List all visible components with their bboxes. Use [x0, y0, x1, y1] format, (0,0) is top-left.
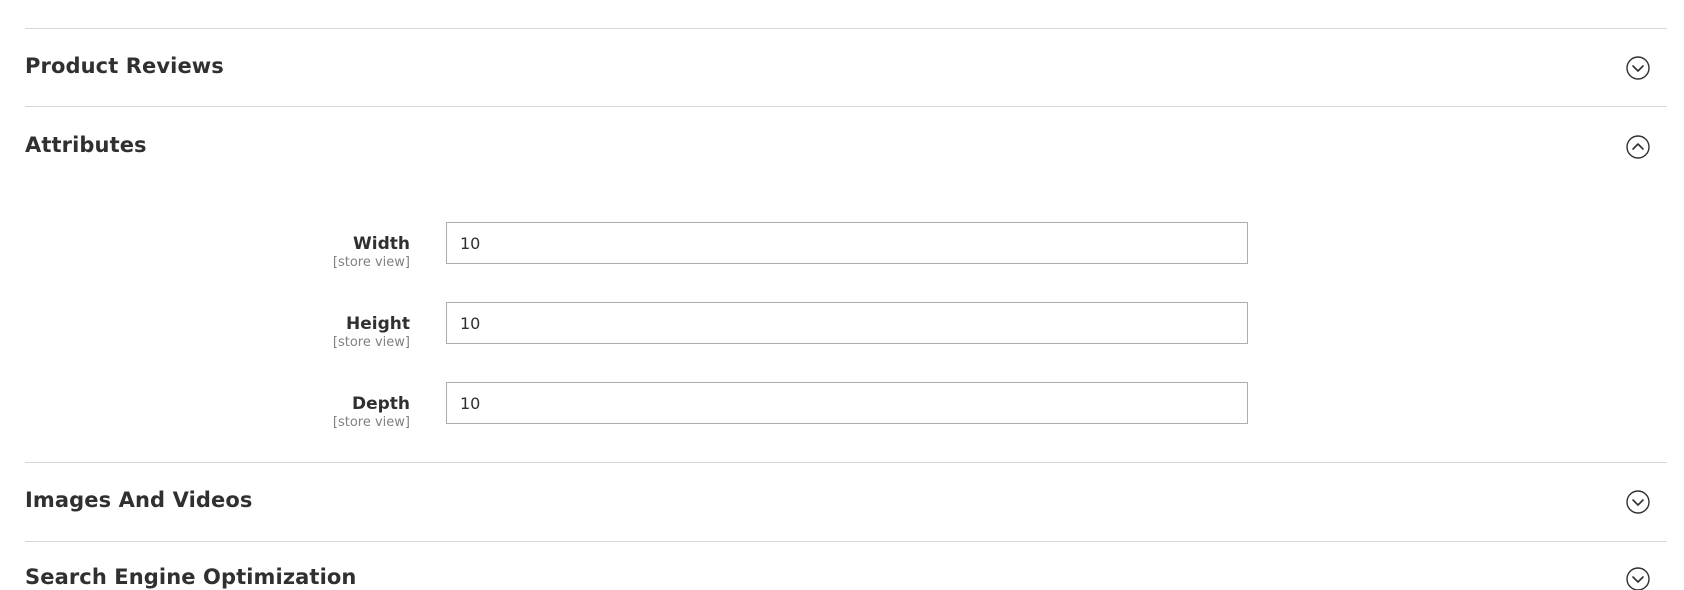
section-header-product-reviews[interactable]: Product Reviews	[25, 28, 1667, 106]
section-header-attributes[interactable]: Attributes	[25, 106, 1667, 184]
field-label-text: Depth	[351, 394, 410, 414]
section-header-images-and-videos[interactable]: Images And Videos	[25, 462, 1667, 540]
chevron-down-circle-icon[interactable]	[1626, 490, 1650, 514]
depth-input[interactable]	[446, 382, 1248, 424]
field-scope-label: [store view]	[332, 335, 410, 350]
chevron-down-circle-icon[interactable]	[1626, 567, 1650, 590]
section-title: Attributes	[25, 133, 147, 157]
field-scope-label: [store view]	[332, 255, 410, 270]
field-label-text: Width	[353, 234, 410, 254]
section-title: Search Engine Optimization	[25, 565, 357, 589]
height-input[interactable]	[446, 302, 1248, 344]
section-header-search-engine-optimization[interactable]: Search Engine Optimization	[25, 541, 1667, 590]
field-scope-label: [store view]	[332, 415, 410, 430]
field-row-width: Width [store view]	[0, 222, 1684, 270]
product-edit-page: Product Reviews Attributes Width [store …	[0, 0, 1684, 590]
width-input[interactable]	[446, 222, 1248, 264]
field-label-width: Width [store view]	[333, 234, 410, 271]
field-label-depth: Depth [store view]	[333, 394, 410, 431]
section-title: Product Reviews	[25, 54, 224, 78]
field-label-height: Height [store view]	[333, 314, 410, 351]
chevron-up-circle-icon[interactable]	[1626, 135, 1650, 159]
field-row-depth: Depth [store view]	[0, 382, 1684, 430]
field-row-height: Height [store view]	[0, 302, 1684, 350]
section-title: Images And Videos	[25, 488, 253, 512]
field-label-text: Height	[346, 314, 410, 334]
chevron-down-circle-icon[interactable]	[1626, 56, 1650, 80]
